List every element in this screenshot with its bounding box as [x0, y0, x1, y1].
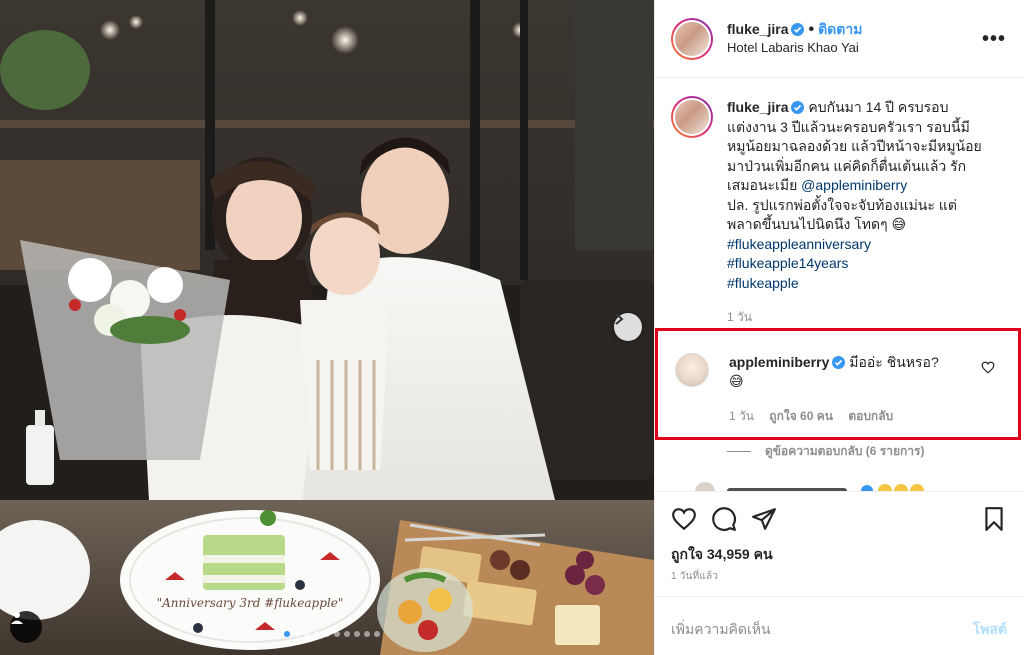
tag-user-icon — [11, 612, 23, 624]
verified-icon — [832, 356, 846, 369]
author-username[interactable]: fluke_jira — [727, 21, 788, 37]
more-options-icon[interactable]: ••• — [982, 28, 1006, 51]
comment-text: appleminiberry มีออ่ะ ชินหรอ? 😅 — [729, 353, 969, 391]
hashtag-link[interactable]: #flukeapple14years — [727, 255, 848, 271]
comment-emoji: 😅 — [729, 373, 744, 389]
post-actions: ถูกใจ 34,959 คน 1 วันที่แล้ว — [655, 491, 1024, 591]
bookmark-icon — [985, 507, 1003, 531]
reply-button[interactable]: ตอบกลับ — [848, 409, 893, 423]
view-replies-label: ดูข้อความตอบกลับ (6 รายการ) — [765, 444, 925, 458]
caption-avatar[interactable] — [671, 96, 713, 138]
verified-icon — [791, 23, 805, 36]
comment-input[interactable]: เพิ่มความคิดเห็น — [671, 619, 771, 641]
comment-time[interactable]: 1 วัน — [729, 409, 754, 423]
post-side-panel: fluke_jira • ติดตาม Hotel Labaris Khao Yai… — [654, 0, 1024, 655]
caption-username[interactable]: fluke_jira — [727, 99, 788, 115]
caption-line: เสมอนะเมีย — [727, 177, 798, 193]
save-button[interactable] — [981, 506, 1007, 532]
carousel-dot — [314, 631, 320, 637]
location-link[interactable]: Hotel Labaris Khao Yai — [727, 39, 862, 57]
replies-divider — [727, 451, 751, 452]
caption-text: fluke_jira คบกันมา 14 ปี ครบรอบ แต่งงาน … — [727, 98, 1017, 293]
carousel-dot — [364, 631, 370, 637]
caption-line: คบกันมา 14 ปี ครบรอบ — [808, 99, 949, 115]
comment-button[interactable] — [711, 506, 737, 532]
like-button[interactable] — [671, 506, 697, 532]
carousel-dot — [344, 631, 350, 637]
header-separator: • — [808, 21, 815, 38]
carousel-dot — [334, 631, 340, 637]
carousel-dot — [324, 631, 330, 637]
commenter-avatar[interactable] — [675, 353, 709, 387]
add-comment-bar: เพิ่มความคิดเห็น โพสต์ — [655, 596, 1024, 655]
share-icon — [752, 508, 776, 530]
share-button[interactable] — [751, 506, 777, 532]
mention-link[interactable]: @appleminiberry — [801, 177, 907, 193]
carousel-dot — [304, 631, 310, 637]
author-info: fluke_jira • ติดตาม Hotel Labaris Khao Yai — [727, 20, 862, 57]
chevron-right-icon — [615, 313, 624, 325]
verified-icon — [791, 101, 805, 114]
highlighted-comment: appleminiberry มีออ่ะ ชินหรอ? 😅 1 วัน ถู… — [655, 328, 1021, 440]
view-replies-button[interactable]: ดูข้อความตอบกลับ (6 รายการ) — [727, 442, 924, 461]
post-comment-button[interactable]: โพสต์ — [973, 619, 1007, 641]
carousel-indicator — [284, 631, 380, 637]
likes-count[interactable]: ถูกใจ 34,959 คน — [671, 544, 773, 566]
caption-line: หมูน้อยมาฉลองด้วย แล้วปีหน้าจะมีหมูน้อย — [727, 138, 982, 154]
caption-timestamp[interactable]: 1 วัน — [727, 308, 752, 327]
caption-line: มาป่วนเพิ่มอีกคน แค่คิดก็ตื่นเต้นแล้ว รั… — [727, 157, 967, 174]
post-timestamp[interactable]: 1 วันที่แล้ว — [671, 569, 718, 584]
carousel-dot — [374, 631, 380, 637]
carousel-dot — [294, 631, 300, 637]
comment-icon — [712, 507, 736, 531]
hashtag-link[interactable]: #flukeappleanniversary — [727, 236, 871, 252]
caption-line: ปล. รูปแรกพ่อตั้งใจจะจับท้องแม่นะ แต่ — [727, 196, 957, 213]
hashtag-link[interactable]: #flukeapple — [727, 275, 799, 291]
next-photo-button[interactable] — [614, 313, 642, 341]
photo-scene: "Anniversary 3rd #flukeapple" — [0, 0, 654, 655]
post-header: fluke_jira • ติดตาม Hotel Labaris Khao Yai… — [655, 0, 1024, 78]
author-avatar[interactable] — [671, 17, 713, 60]
tagged-users-button[interactable] — [10, 611, 42, 643]
caption-line: แต่งงาน 3 ปีแล้วนะครอบครัวเรา รอบนี้มี — [727, 118, 970, 135]
post-photo[interactable]: "Anniversary 3rd #flukeapple" — [0, 0, 654, 655]
comment-meta: 1 วัน ถูกใจ 60 คน ตอบกลับ — [729, 407, 905, 426]
heart-icon — [672, 508, 696, 531]
next-comment-peek — [671, 479, 1011, 491]
plate-writing: "Anniversary 3rd #flukeapple" — [157, 596, 344, 610]
follow-button[interactable]: ติดตาม — [818, 21, 862, 37]
carousel-dot — [284, 631, 290, 637]
partial-comment-graphic — [695, 482, 924, 491]
carousel-dot — [354, 631, 360, 637]
caption-line: พลาดขึ้นบนไปนิดนึง โทดๆ 😅 — [727, 216, 907, 232]
comment-likes[interactable]: ถูกใจ 60 คน — [769, 409, 833, 423]
comment-like-heart-icon[interactable] — [981, 361, 995, 374]
comment-body: มีออ่ะ ชินหรอ? — [849, 354, 939, 370]
commenter-username[interactable]: appleminiberry — [729, 354, 829, 370]
